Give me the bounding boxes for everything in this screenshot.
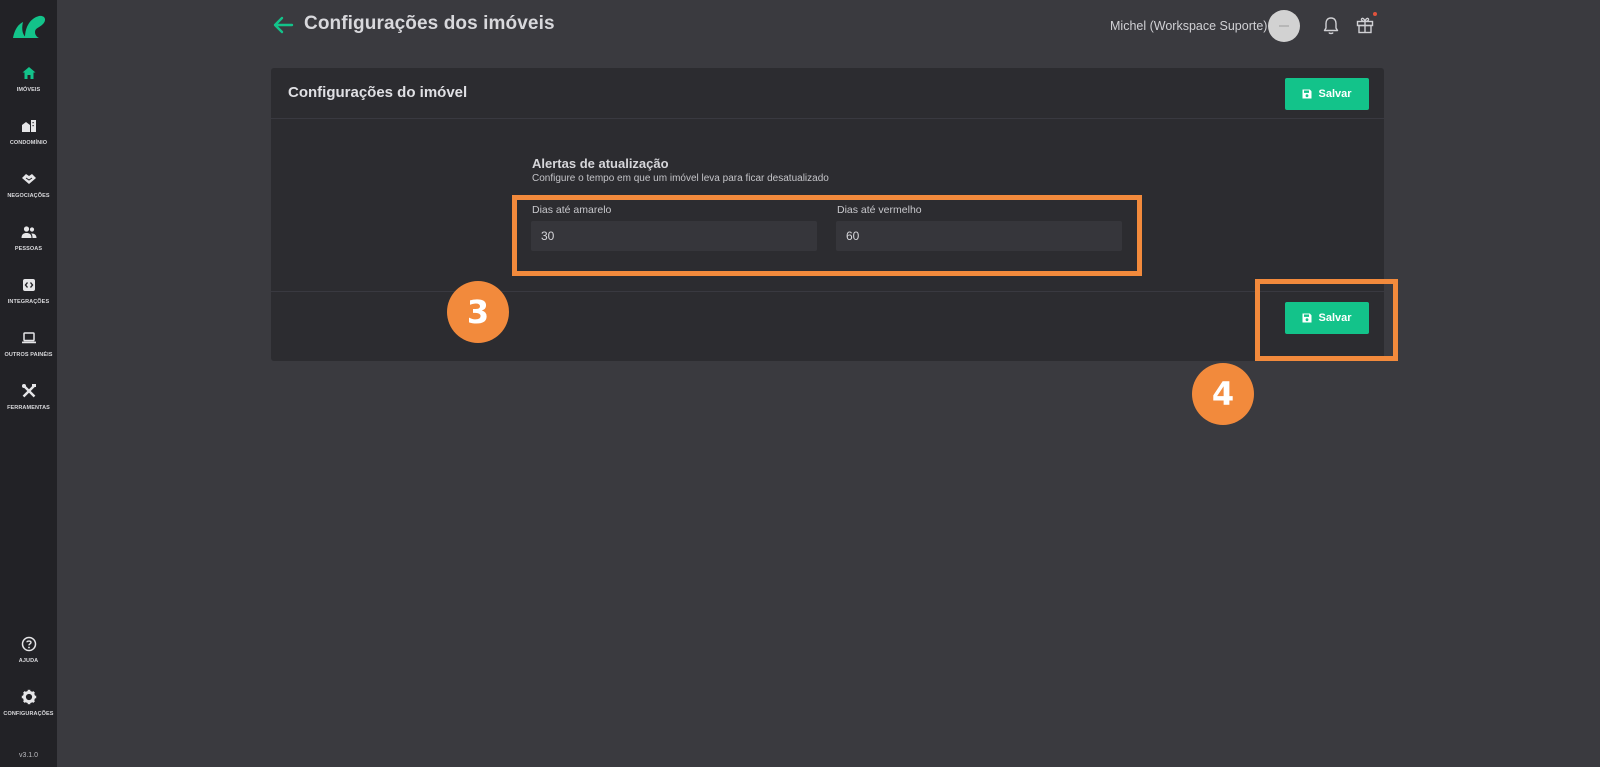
sidebar-item-label: AJUDA — [18, 658, 39, 664]
sidebar-item-label: CONDOMÍNIO — [9, 140, 48, 146]
sidebar-item-configuracoes[interactable]: CONFIGURAÇÕES — [0, 687, 57, 737]
sidebar-item-label: IMÓVEIS — [16, 87, 41, 93]
app-version: v3.1.0 — [18, 752, 39, 759]
page-title: Configurações dos imóveis — [304, 13, 555, 34]
people-icon — [21, 226, 36, 238]
sidebar-item-label: PESSOAS — [14, 246, 43, 252]
sidebar-item-negociacoes[interactable]: NEGOCIAÇÕES — [0, 169, 57, 219]
sidebar-item-label: FERRAMENTAS — [7, 405, 50, 411]
card-title: Configurações do imóvel — [288, 84, 468, 101]
home-icon — [22, 67, 35, 79]
sidebar-item-condominio[interactable]: CONDOMÍNIO — [0, 116, 57, 166]
section-title: Alertas de atualização — [532, 156, 669, 171]
workspace-user-name[interactable]: Michel (Workspace Suporte) — [1110, 19, 1267, 33]
sidebar-item-ferramentas[interactable]: FERRAMENTAS — [0, 381, 57, 431]
save-button-label: Salvar — [1318, 88, 1352, 100]
help-icon — [21, 636, 36, 652]
bell-icon[interactable] — [1322, 16, 1340, 36]
card-footer-divider — [271, 291, 1384, 292]
laptop-icon — [21, 332, 36, 344]
gift-icon[interactable] — [1356, 16, 1374, 34]
annotation-highlight-save — [1255, 279, 1398, 361]
save-icon — [1302, 89, 1312, 99]
sidebar-item-pessoas[interactable]: PESSOAS — [0, 222, 57, 272]
tools-icon — [21, 384, 36, 398]
sidebar-item-ajuda[interactable]: AJUDA — [0, 634, 57, 684]
card-header-divider — [271, 118, 1384, 119]
avatar[interactable] — [1268, 10, 1300, 42]
app-logo-icon[interactable] — [9, 10, 49, 42]
integration-icon — [22, 279, 35, 291]
section-description: Configure o tempo em que um imóvel leva … — [532, 173, 829, 184]
sidebar-item-outros-paineis[interactable]: OUTROS PAINÉIS — [0, 328, 57, 378]
notification-dot — [1373, 12, 1377, 16]
back-arrow-icon[interactable] — [272, 15, 294, 35]
save-button-top[interactable]: Salvar — [1285, 78, 1369, 110]
gear-icon — [21, 689, 36, 705]
annotation-step-3-badge: 3 — [447, 281, 509, 343]
annotation-highlight-fields — [512, 195, 1142, 276]
sidebar-item-imoveis[interactable]: IMÓVEIS — [0, 63, 57, 113]
sidebar-item-label: INTEGRAÇÕES — [7, 299, 50, 305]
sidebar-item-label: CONFIGURAÇÕES — [3, 711, 54, 717]
sidebar: IMÓVEIS CONDOMÍNIO NEGOCIAÇÕES PESSOAS I… — [0, 0, 57, 767]
handshake-icon — [21, 174, 36, 184]
sidebar-item-label: OUTROS PAINÉIS — [4, 352, 53, 358]
sidebar-item-label: NEGOCIAÇÕES — [7, 193, 50, 199]
sidebar-item-integracoes[interactable]: INTEGRAÇÕES — [0, 275, 57, 325]
building-icon — [21, 120, 36, 132]
annotation-step-4-badge: 4 — [1192, 363, 1254, 425]
